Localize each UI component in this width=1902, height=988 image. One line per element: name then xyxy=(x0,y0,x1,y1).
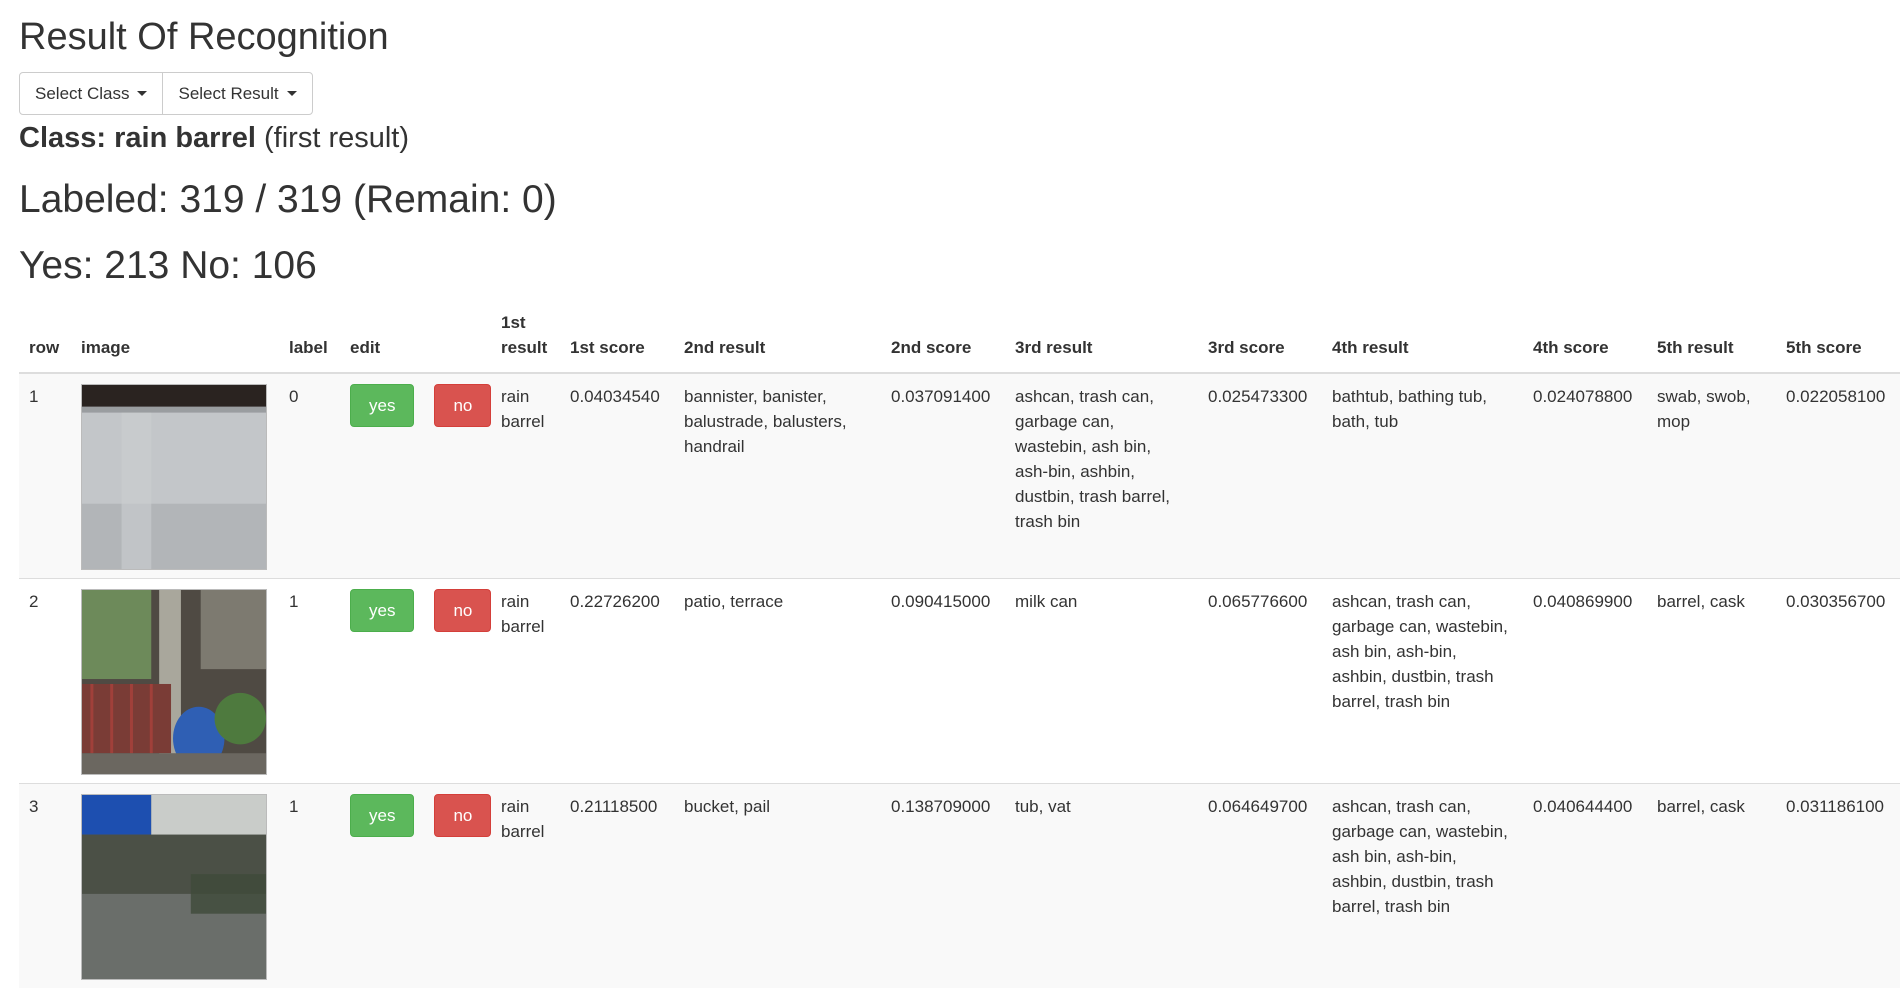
result-thumbnail xyxy=(81,589,267,775)
class-name: Class: rain barrel xyxy=(19,122,256,154)
page-title: Result Of Recognition xyxy=(19,15,389,59)
score-5: 0.022058100 xyxy=(1776,373,1900,579)
label-value: 0 xyxy=(279,373,340,579)
header-5th-score: 5th score xyxy=(1776,304,1900,373)
table-row: 2 xyxy=(19,579,1900,784)
class-heading: Class: rain barrel (first result) xyxy=(19,118,409,158)
yes-no-count: Yes: 213 No: 106 xyxy=(19,242,317,290)
result-1: rain barrel xyxy=(491,579,560,784)
yes-button[interactable]: yes xyxy=(350,794,414,837)
select-class-dropdown[interactable]: Select Class xyxy=(19,72,163,115)
header-2nd-score: 2nd score xyxy=(881,304,1005,373)
result-4: bathtub, bathing tub, bath, tub xyxy=(1322,373,1523,579)
header-image: image xyxy=(71,304,279,373)
score-4: 0.040869900 xyxy=(1523,579,1647,784)
score-1: 0.04034540 xyxy=(560,373,674,579)
score-3: 0.065776600 xyxy=(1198,579,1322,784)
label-value: 1 xyxy=(279,579,340,784)
score-3: 0.064649700 xyxy=(1198,784,1322,988)
row-number: 2 xyxy=(19,579,71,784)
table-row: 3 1 yesno rain barrel 0.211185 xyxy=(19,784,1900,988)
image-cell xyxy=(71,784,279,988)
score-4: 0.024078800 xyxy=(1523,373,1647,579)
score-2: 0.138709000 xyxy=(881,784,1005,988)
result-thumbnail xyxy=(81,794,267,980)
table-row: 1 0 yesno rain barrel 0.040345 xyxy=(19,373,1900,579)
result-1: rain barrel xyxy=(491,373,560,579)
labeled-count: Labeled: 319 / 319 (Remain: 0) xyxy=(19,176,557,224)
result-4: ashcan, trash can, garbage can, wastebin… xyxy=(1322,784,1523,988)
result-2: bucket, pail xyxy=(674,784,881,988)
header-3rd-score: 3rd score xyxy=(1198,304,1322,373)
select-result-dropdown[interactable]: Select Result xyxy=(162,72,312,115)
image-cell xyxy=(71,579,279,784)
header-label: label xyxy=(279,304,340,373)
result-5: swab, swob, mop xyxy=(1647,373,1776,579)
row-number: 1 xyxy=(19,373,71,579)
result-1: rain barrel xyxy=(491,784,560,988)
edit-cell: yesno xyxy=(340,579,491,784)
result-4: ashcan, trash can, garbage can, wastebin… xyxy=(1322,579,1523,784)
select-class-label: Select Class xyxy=(35,84,129,104)
score-1: 0.21118500 xyxy=(560,784,674,988)
result-5: barrel, cask xyxy=(1647,579,1776,784)
header-1st-result: 1st result xyxy=(491,304,560,373)
header-3rd-result: 3rd result xyxy=(1005,304,1198,373)
yes-button[interactable]: yes xyxy=(350,589,414,632)
score-5: 0.030356700 xyxy=(1776,579,1900,784)
header-4th-score: 4th score xyxy=(1523,304,1647,373)
no-button[interactable]: no xyxy=(434,794,491,837)
result-2: bannister, banister, balustrade, baluste… xyxy=(674,373,881,579)
filter-button-group: Select Class Select Result xyxy=(19,72,313,115)
no-button[interactable]: no xyxy=(434,384,491,427)
edit-cell: yesno xyxy=(340,373,491,579)
header-2nd-result: 2nd result xyxy=(674,304,881,373)
chevron-down-icon xyxy=(137,91,147,96)
image-cell xyxy=(71,373,279,579)
row-number: 3 xyxy=(19,784,71,988)
score-4: 0.040644400 xyxy=(1523,784,1647,988)
class-result-note: (first result) xyxy=(256,122,409,154)
result-3: tub, vat xyxy=(1005,784,1198,988)
header-4th-result: 4th result xyxy=(1322,304,1523,373)
result-5: barrel, cask xyxy=(1647,784,1776,988)
edit-cell: yesno xyxy=(340,784,491,988)
header-5th-result: 5th result xyxy=(1647,304,1776,373)
result-3: milk can xyxy=(1005,579,1198,784)
score-2: 0.090415000 xyxy=(881,579,1005,784)
label-value: 1 xyxy=(279,784,340,988)
score-2: 0.037091400 xyxy=(881,373,1005,579)
header-1st-score: 1st score xyxy=(560,304,674,373)
select-result-label: Select Result xyxy=(178,84,278,104)
table-header-row: row image label edit 1st result 1st scor… xyxy=(19,304,1900,373)
result-3: ashcan, trash can, garbage can, wastebin… xyxy=(1005,373,1198,579)
yes-button[interactable]: yes xyxy=(350,384,414,427)
score-1: 0.22726200 xyxy=(560,579,674,784)
score-3: 0.025473300 xyxy=(1198,373,1322,579)
score-5: 0.031186100 xyxy=(1776,784,1900,988)
chevron-down-icon xyxy=(287,91,297,96)
results-table: row image label edit 1st result 1st scor… xyxy=(19,304,1900,988)
result-2: patio, terrace xyxy=(674,579,881,784)
header-edit: edit xyxy=(340,304,491,373)
header-row: row xyxy=(19,304,71,373)
no-button[interactable]: no xyxy=(434,589,491,632)
result-thumbnail xyxy=(81,384,267,570)
